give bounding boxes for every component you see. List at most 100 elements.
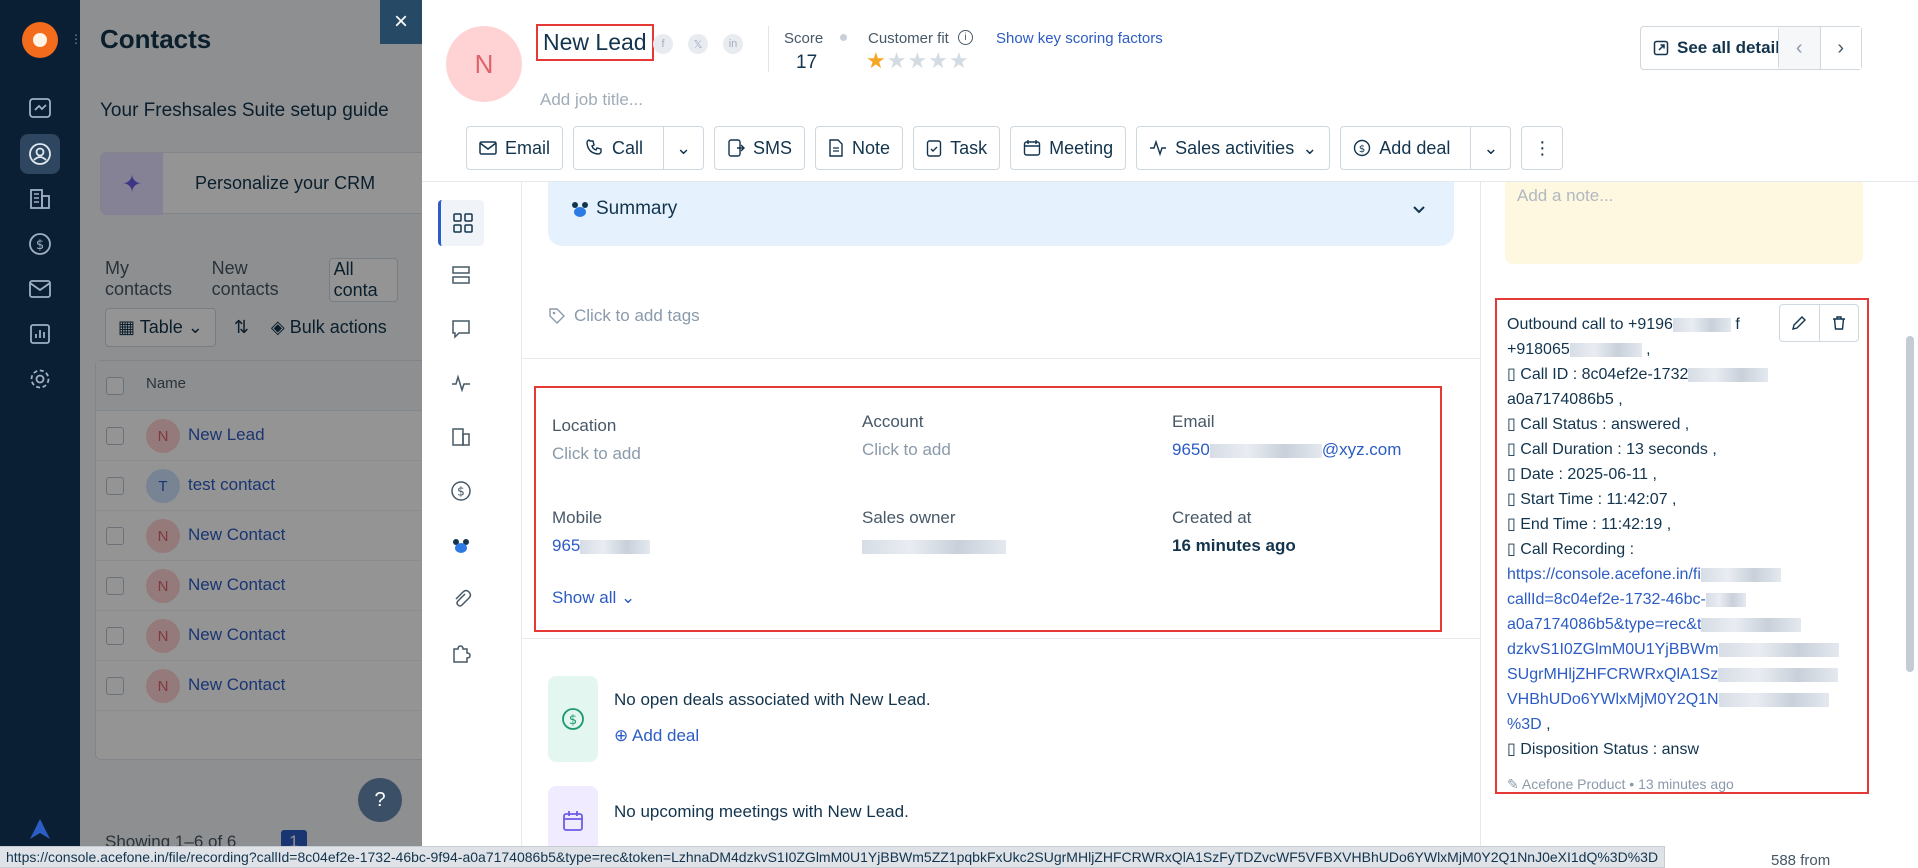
info-icon[interactable]: i [958, 30, 973, 45]
email-value[interactable]: 9650 @xyz.com [1172, 440, 1401, 460]
call-time: 13 minutes ago [1638, 776, 1734, 792]
app-rail: ⋮ $ [0, 0, 82, 868]
redacted-block [1569, 342, 1642, 357]
sales-owner-value[interactable] [862, 536, 1006, 556]
call-line: ▯ Start Time : 11:42:07 , [1507, 491, 1677, 508]
call-log-meta: ✎ Acefone Product • 13 minutes ago [1507, 776, 1734, 792]
mobile-value[interactable]: 965 [552, 536, 651, 556]
overview-grid-icon[interactable] [438, 200, 484, 246]
details-list-icon[interactable] [438, 252, 484, 298]
delete-trash-icon[interactable] [1818, 305, 1859, 341]
call-line-text: Call ID : 8c04ef2e-1732 [1515, 366, 1689, 383]
show-all-button[interactable]: Show all ⌄ [552, 588, 635, 608]
next-activity-snippet: 588 from [1771, 852, 1831, 868]
summary-panel[interactable]: Summary [548, 182, 1454, 246]
modal-overlay[interactable] [80, 0, 422, 868]
x-twitter-icon[interactable]: 𝕏 [688, 34, 708, 54]
note-label: Note [852, 137, 891, 158]
recording-link[interactable]: callId=8c04ef2e-1732-46bc- [1507, 587, 1847, 612]
freddy-ai-icon[interactable] [26, 815, 54, 843]
add-note-field[interactable]: Add a note... [1505, 182, 1863, 264]
svg-text:$: $ [1359, 144, 1365, 155]
email-button[interactable]: Email [466, 126, 564, 170]
sales-activities-label: Sales activities [1175, 137, 1295, 158]
task-label: Task [950, 137, 988, 158]
app-logo[interactable] [22, 22, 58, 58]
contacts-icon[interactable] [20, 134, 60, 174]
link-text: https://console.acefone.in/fi [1507, 566, 1701, 583]
score-value: 17 [796, 52, 818, 73]
contact-name[interactable]: New Lead [536, 24, 654, 61]
email-label: Email [505, 137, 551, 158]
contact-details-box: Location Click to add Account Click to a… [534, 386, 1442, 632]
settings-gear-icon[interactable] [20, 359, 60, 399]
accounts-icon[interactable] [20, 179, 60, 219]
call-button[interactable]: Call ⌄ [573, 126, 705, 170]
sales-owner-field: Sales owner [862, 508, 1006, 556]
tags-field[interactable]: Click to add tags [548, 306, 700, 326]
help-button[interactable]: ? [358, 778, 402, 822]
sms-button[interactable]: SMS [714, 126, 806, 170]
dashboard-icon[interactable] [20, 88, 60, 128]
deals-dollar-icon[interactable]: $ [438, 468, 484, 514]
next-record-chevron-right-icon[interactable]: › [1819, 27, 1861, 69]
svg-text:$: $ [36, 238, 44, 253]
star-empty-icon: ★ [886, 48, 908, 73]
add-deal-dropdown-chevron-down-icon[interactable]: ⌄ [1470, 127, 1510, 169]
panel-scrollbar[interactable] [1904, 186, 1914, 706]
previous-record-chevron-left-icon[interactable]: ‹ [1779, 27, 1820, 69]
recording-link[interactable]: %3D , [1507, 712, 1847, 737]
edit-pencil-icon[interactable] [1780, 305, 1819, 341]
scrollbar-thumb[interactable] [1906, 336, 1914, 672]
integrations-puzzle-icon[interactable] [438, 630, 484, 676]
recording-link[interactable]: VHBhUDo6YWlxMjM0Y2Q1N [1507, 687, 1847, 712]
conversations-chat-icon[interactable] [438, 306, 484, 352]
meeting-button[interactable]: Meeting [1010, 126, 1127, 170]
account-label: Account [862, 412, 924, 431]
facebook-icon[interactable]: f [653, 34, 673, 54]
task-button[interactable]: Task [913, 126, 1001, 170]
show-all-label: Show all [552, 588, 617, 607]
linkedin-icon[interactable]: in [723, 34, 743, 54]
call-dropdown-chevron-down-icon[interactable]: ⌄ [663, 127, 703, 169]
more-options-kebab-icon[interactable]: ⋮ [1521, 126, 1564, 170]
redacted-block [1718, 667, 1839, 682]
call-line-text: Disposition Status : answ [1515, 741, 1700, 758]
accounts-building-icon[interactable] [438, 414, 484, 460]
mail-icon [479, 141, 497, 155]
svg-text:$: $ [569, 713, 577, 728]
close-drawer-button[interactable]: × [380, 0, 422, 44]
add-deal-button[interactable]: $ Add deal ⌄ [1340, 126, 1512, 170]
chevron-down-icon: ⌄ [621, 588, 636, 607]
redacted-block [1718, 642, 1839, 657]
call-line-text: Outbound call to +9196 [1507, 316, 1673, 333]
call-line-text: End Time : 11:42:19 , [1515, 516, 1672, 533]
customer-fit-stars: ★★★★★ [866, 48, 970, 74]
key-scoring-factors-link[interactable]: Show key scoring factors [996, 30, 1163, 47]
recording-link[interactable]: SUgrMHljZHFCRWRxQlA1Sz [1507, 662, 1847, 687]
star-empty-icon: ★ [928, 48, 949, 73]
deals-icon[interactable]: $ [20, 224, 60, 264]
location-value[interactable]: Click to add [552, 444, 641, 464]
recording-link[interactable]: dzkvS1I0ZGlmM0U1YjBBWm [1507, 637, 1847, 662]
phone-icon [586, 139, 602, 155]
account-value[interactable]: Click to add [862, 440, 951, 460]
attachments-paperclip-icon[interactable] [438, 576, 484, 622]
deal-dollar-icon: $ [548, 676, 598, 762]
note-button[interactable]: Note [815, 126, 904, 170]
redacted-block [1688, 367, 1769, 382]
call-log-text: Outbound call to +9196 f +918065 , ▯ Cal… [1507, 312, 1847, 762]
freddy-insights-icon[interactable] [438, 522, 484, 568]
add-deal-link[interactable]: ⊕ Add deal [614, 726, 699, 746]
redacted-block [1672, 317, 1731, 332]
mail-icon[interactable] [20, 269, 60, 309]
recording-link[interactable]: a0a7174086b5&type=rec&t [1507, 612, 1847, 637]
sales-activities-button[interactable]: Sales activities ⌄ [1136, 126, 1331, 170]
summary-title: Summary [596, 198, 678, 219]
reports-icon[interactable] [20, 314, 60, 354]
redacted-block [580, 539, 651, 554]
recording-link[interactable]: https://console.acefone.in/fi [1507, 562, 1847, 587]
job-title-input[interactable]: Add job title... [540, 90, 643, 110]
contact-drawer: N New Lead f 𝕏 in Add job title... Score… [422, 0, 1918, 868]
activity-pulse-icon[interactable] [438, 360, 484, 406]
